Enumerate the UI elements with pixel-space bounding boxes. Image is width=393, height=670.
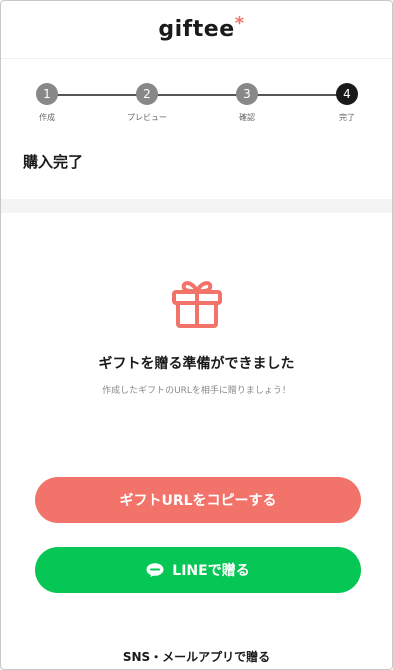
logo-asterisk: * <box>234 13 245 34</box>
step-label: 確認 <box>239 113 255 122</box>
step-number: 2 <box>136 83 158 105</box>
copy-url-label: ギフトURLをコピーする <box>119 493 277 509</box>
step-number: 4 <box>336 83 358 105</box>
app-frame: giftee * 1 作成 2 プレビュー 3 確認 4 完了 購入完了 ギフト… <box>0 0 393 670</box>
giftee-logo[interactable]: giftee * <box>158 13 244 42</box>
progress-stepper: 1 作成 2 プレビュー 3 確認 4 完了 <box>1 77 392 137</box>
step-complete: 4 完了 <box>312 83 382 123</box>
step-number: 1 <box>36 83 58 105</box>
copy-url-button[interactable]: ギフトURLをコピーする <box>35 477 361 523</box>
page-title: 購入完了 <box>23 153 84 171</box>
completion-title: ギフトを贈る準備ができました <box>98 356 295 372</box>
send-line-button[interactable]: LINEで贈る <box>35 547 361 593</box>
step-label: 作成 <box>39 113 55 122</box>
sns-mail-link[interactable]: SNS・メールアプリで贈る <box>1 648 392 665</box>
app-header: giftee * <box>1 1 392 59</box>
step-label: プレビュー <box>127 113 167 122</box>
send-line-label: LINEで贈る <box>172 563 250 579</box>
completion-subtitle: 作成したギフトのURLを相手に贈りましょう！ <box>102 386 291 396</box>
step-number: 3 <box>236 83 258 105</box>
line-chat-icon <box>146 563 164 577</box>
logo-text: giftee <box>158 17 235 42</box>
gift-icon <box>172 281 222 328</box>
step-create: 1 作成 <box>12 83 82 123</box>
stepper-line <box>47 94 347 96</box>
step-label: 完了 <box>339 113 355 122</box>
step-preview: 2 プレビュー <box>112 83 182 123</box>
step-confirm: 3 確認 <box>212 83 282 123</box>
section-divider <box>1 199 392 213</box>
